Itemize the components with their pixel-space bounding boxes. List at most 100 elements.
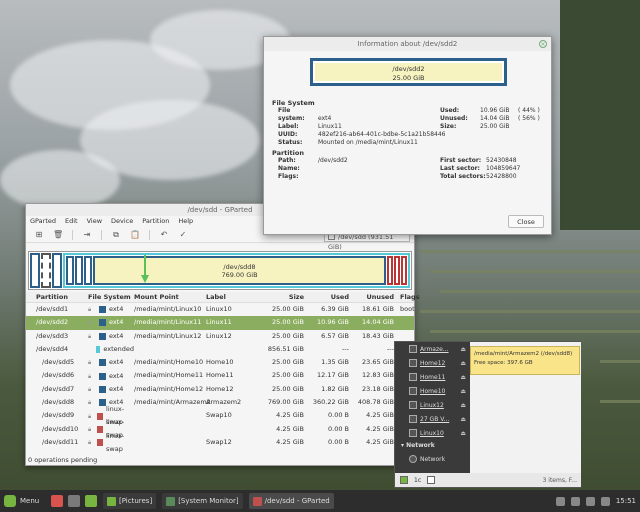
map-partition-sdd11[interactable] [401,256,407,285]
sidebar-device-item[interactable]: Armaze... ⏏ [395,342,470,356]
cell-mountpoint [134,436,206,449]
folder-icon [107,496,116,506]
resize-move-icon[interactable]: ⇥ [82,230,92,240]
task-system-monitor[interactable]: [System Monitor] [162,493,243,509]
delete-icon[interactable]: 🗑 [53,230,63,240]
col-size[interactable]: Size [258,292,304,302]
sidebar-device-item[interactable]: Home12 ⏏ [395,356,470,370]
cell-unused: 4.25 GiB [366,437,394,446]
unused-pct: ( 56% ) [518,115,540,122]
network-icon[interactable] [570,496,580,506]
task-pictures[interactable]: [Pictures] [103,493,157,509]
cell-size: 25.00 GiB [272,331,304,340]
menu-partition[interactable]: Partition [142,216,169,227]
table-row[interactable]: /dev/sdd3 🔒︎ ext4/media/mint/Linux12 Linux1… [26,330,414,343]
folder-icon[interactable] [85,495,97,507]
map-partition-sdd9[interactable] [387,256,393,285]
fs-color-swatch [95,346,101,354]
cell-label: Home10 [206,358,234,367]
folder-icon[interactable] [400,476,408,484]
cell-unused: 4.25 GiB [366,424,394,433]
eject-icon[interactable]: ⏏ [460,360,466,367]
table-row[interactable]: /dev/sdd5 🔒︎ ext4/media/mint/Home10 Home10 2… [26,356,414,369]
map-partition-sdd10[interactable] [394,256,400,285]
table-row[interactable]: /dev/sdd2 🔒︎ ext4/media/mint/Linux11 Linux1… [26,316,414,330]
cell-size: 25.00 GiB [272,358,304,367]
cell-flags [394,316,414,329]
map-partition-sdd6[interactable] [75,256,83,285]
cell-size: 769.00 GiB [267,398,304,407]
sidebar-device-item[interactable]: Linux10 ⏏ [395,426,470,440]
device-label: Armaze... [420,345,449,353]
close-button[interactable]: Close [508,215,544,228]
toggle-pane-icon[interactable] [427,476,436,484]
table-row[interactable]: /dev/sdd6 🔒︎ ext4/media/mint/Home11 Home11 2… [26,369,414,382]
table-row[interactable]: /dev/sdd1 🔒︎ ext4/media/mint/Linux10 Linux1… [26,303,415,316]
toolbar-separator [101,229,102,240]
table-row[interactable]: /dev/sdd8 🔒︎ ext4/media/mint/Armazem2 Armaz… [26,396,414,409]
col-mountpoint[interactable]: Mount Point [134,292,206,302]
terminal-icon[interactable] [68,495,80,507]
cell-filesystem: 🔒︎ ext4 [88,303,134,316]
battery-icon[interactable] [600,496,610,506]
menu-help[interactable]: Help [178,216,193,227]
eject-icon[interactable]: ⏏ [460,374,466,381]
cell-partition: /dev/sdd11 [42,437,79,446]
new-icon[interactable]: ⊞ [34,230,44,240]
table-row[interactable]: /dev/sdd9 🔒︎ linux-swap Swap10 4.25 GiB 0.00 … [26,405,414,426]
view-mode[interactable]: 1c [414,477,421,484]
sidebar-device-item[interactable]: Linux12 ⏏ [395,398,470,412]
apply-icon[interactable]: ✓ [178,230,188,240]
cell-filesystem: 🔒︎ linux-swap [88,432,134,453]
map-partition-sdd5[interactable] [66,256,74,285]
menu-gparted[interactable]: GParted [30,216,56,227]
sidebar-device-item[interactable]: 27 GB V... ⏏ [395,412,470,426]
close-icon[interactable]: × [539,40,547,48]
drive-icon [409,401,417,409]
sidebar-device-item[interactable]: Home10 ⏏ [395,384,470,398]
volume-icon[interactable] [585,496,595,506]
map-partition-sdd7[interactable] [84,256,92,285]
clock[interactable]: 15:51 [616,497,636,505]
col-partition[interactable]: Partition [26,292,88,302]
col-filesystem[interactable]: File System [88,292,134,302]
sidebar-network-item[interactable]: Network [395,452,470,466]
table-row[interactable]: /dev/sdd10 🔒︎ linux-swap 4.25 GiB 0.00 B 4.25… [26,418,414,439]
undo-icon[interactable]: ↶ [159,230,169,240]
col-label[interactable]: Label [206,292,258,302]
menu-device[interactable]: Device [111,216,133,227]
cell-mountpoint [134,409,206,422]
fs-name: extended [103,345,134,354]
eject-icon[interactable]: ⏏ [460,346,466,353]
col-used[interactable]: Used [304,292,349,302]
menu-view[interactable]: View [87,216,102,227]
map-partition-sdd8[interactable]: /dev/sdd8 769.00 GiB [93,256,386,285]
map-partition-sdd2[interactable] [41,253,51,288]
eject-icon[interactable]: ⏏ [460,402,466,409]
copy-icon[interactable]: ⧉ [111,230,121,240]
name-key: Name: [278,165,300,172]
paste-icon[interactable]: 📋 [130,230,140,240]
map-partition-sdd1[interactable] [30,253,40,288]
eject-icon[interactable]: ⏏ [460,388,466,395]
task-gparted[interactable]: /dev/sdd - GParted [248,493,334,509]
table-row[interactable]: /dev/sdd7 🔒︎ ext4/media/mint/Home12 Home12 2… [26,383,414,396]
cell-used: 12.17 GiB [317,371,349,380]
sidebar-device-item[interactable]: Home11 ⏏ [395,370,470,384]
fs-name: linux-swap [106,431,125,453]
firefox-icon[interactable] [51,495,63,507]
sector-details: First sector: 52430848 Last sector: 104859… [440,157,520,181]
eject-icon[interactable]: ⏏ [460,430,466,437]
eject-icon[interactable]: ⏏ [460,416,466,423]
menu-edit[interactable]: Edit [65,216,78,227]
col-unused[interactable]: Unused [349,292,394,302]
usage-details: Used: 10.96 GiB ( 44% ) Unused: 14.04 GiB ( … [440,107,540,131]
update-icon[interactable] [555,496,565,506]
fs-color-swatch [99,319,106,327]
map-partition-sdd3[interactable] [52,253,62,288]
table-row[interactable]: /dev/sdd4 extended 856.51 GiB --- --- [26,343,414,356]
table-row[interactable]: /dev/sdd11 🔒︎ linux-swap Swap12 4.25 GiB 0.00… [26,432,414,453]
menu-button[interactable]: Menu [0,495,46,507]
col-flags[interactable]: Flags [394,292,420,302]
fs-color-swatch [99,332,106,340]
